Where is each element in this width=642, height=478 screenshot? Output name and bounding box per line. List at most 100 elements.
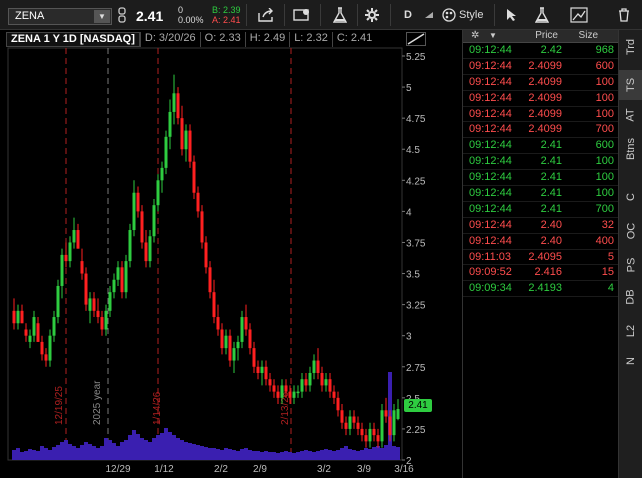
ts-row: 09:12:44 2.41 700 <box>463 202 618 218</box>
candle-body <box>320 372 324 386</box>
y-tick-label: 4.5 <box>406 145 420 156</box>
candle-body <box>364 435 368 442</box>
candle-body <box>372 428 376 436</box>
volume-bar <box>276 453 280 460</box>
tab-label: L2 <box>625 324 637 338</box>
volume-bar <box>76 448 80 460</box>
tab-at[interactable]: AT <box>619 100 642 130</box>
ts-row: 09:12:44 2.41 100 <box>463 154 618 171</box>
volume-bar <box>376 446 380 460</box>
ts-col-size[interactable]: Size <box>579 30 598 41</box>
chevron-down-icon[interactable] <box>424 0 434 30</box>
candle-body <box>56 285 60 318</box>
chart-canvas[interactable]: 5.2554.754.54.2543.753.53.2532.752.52.25… <box>0 30 432 478</box>
ts-col-price[interactable]: Price <box>535 30 558 41</box>
candle-body <box>172 93 176 112</box>
ts-price: 2.40 <box>540 234 562 247</box>
tab-ts[interactable]: TS <box>619 70 642 100</box>
volume-bar <box>132 430 136 460</box>
ts-price: 2.4193 <box>528 282 562 295</box>
candle-body <box>272 385 276 392</box>
studies-flask-icon[interactable] <box>528 0 556 30</box>
bid-price: B: 2.39 <box>212 5 241 15</box>
candle-body <box>40 341 44 355</box>
chart-low: L: 2.32 <box>289 32 332 47</box>
candle-body <box>304 379 308 386</box>
link-icon[interactable] <box>114 0 130 30</box>
volume-bar <box>60 442 64 460</box>
volume-bar <box>396 447 400 460</box>
tab-label: OC <box>625 222 637 240</box>
candle-body <box>316 360 320 373</box>
ts-time: 09:12:44 <box>469 75 512 88</box>
chevron-down-icon[interactable]: ▼ <box>94 10 110 23</box>
tab-label: Trd <box>625 38 637 56</box>
candle-body <box>164 136 168 168</box>
volume-bar <box>68 444 72 460</box>
tab-n[interactable]: N <box>619 346 642 376</box>
gear-icon[interactable] <box>358 0 386 30</box>
candle-body <box>176 93 180 119</box>
tab-db[interactable]: DB <box>619 282 642 312</box>
candle-body <box>104 310 108 330</box>
tab-c[interactable]: C <box>619 182 642 212</box>
ts-price: 2.40 <box>540 218 562 231</box>
style-button[interactable]: Style <box>459 9 483 21</box>
chart-title: ZENA 1 Y 1D [NASDAQ] <box>6 32 140 47</box>
candle-body <box>360 428 364 436</box>
chevron-down-icon[interactable]: ▼ <box>489 31 497 40</box>
candle-body <box>184 130 188 150</box>
volume-bar <box>272 452 276 460</box>
trash-icon[interactable] <box>612 0 636 30</box>
tab-l2[interactable]: L2 <box>619 316 642 346</box>
volume-bar <box>356 451 360 460</box>
chart-date: D: 3/20/26 <box>139 32 200 47</box>
tab-trd[interactable]: Trd <box>619 32 642 62</box>
ts-settings-icon[interactable]: ✲ <box>471 30 479 41</box>
tab-label: DB <box>625 289 637 305</box>
volume-bar <box>220 450 224 460</box>
ts-row: 09:12:44 2.4099 100 <box>463 91 618 107</box>
chart-settings-icon[interactable] <box>288 0 316 30</box>
symbol-input[interactable]: ZENA ▼ <box>8 8 112 25</box>
tab-ps[interactable]: PS <box>619 250 642 280</box>
volume-bar <box>292 453 296 460</box>
volume-bar <box>116 446 120 460</box>
volume-bar <box>160 433 164 460</box>
drawings-icon[interactable] <box>566 0 592 30</box>
studies-flask-icon[interactable] <box>326 0 354 30</box>
candle-body <box>328 379 332 392</box>
candle-body <box>52 317 56 336</box>
volume-bar <box>300 451 304 460</box>
tab-label: TS <box>625 77 637 93</box>
price-chart[interactable]: 5.2554.754.54.2543.753.53.2532.752.52.25… <box>0 30 432 478</box>
ts-size: 100 <box>595 171 614 184</box>
volume-bar <box>260 452 264 460</box>
tab-oc[interactable]: OC <box>619 216 642 246</box>
chart-close: C: 2.41 <box>331 32 376 47</box>
volume-bar <box>240 449 244 460</box>
candle-body <box>60 254 64 286</box>
share-icon[interactable] <box>252 0 280 30</box>
aggregation-button[interactable]: D <box>404 9 412 21</box>
ts-row: 09:11:03 2.4095 5 <box>463 250 618 266</box>
drawing-tool-icon[interactable] <box>406 32 426 46</box>
ts-time: 09:12:44 <box>469 187 512 200</box>
cursor-icon[interactable] <box>500 0 524 30</box>
style-icon[interactable] <box>440 0 458 30</box>
volume-bar <box>280 452 284 460</box>
volume-bar <box>328 450 332 460</box>
volume-bar <box>360 450 364 460</box>
candle-body <box>212 292 216 318</box>
ts-time: 09:12:44 <box>469 91 512 104</box>
volume-bar <box>88 444 92 460</box>
ts-size: 5 <box>607 250 614 263</box>
candle-body <box>248 329 252 349</box>
candle-body <box>220 329 224 349</box>
ts-row: 09:12:44 2.4099 100 <box>463 107 618 123</box>
tab-btns[interactable]: Btns <box>619 134 642 164</box>
candle-body <box>384 410 388 417</box>
candle-body <box>76 230 80 249</box>
ts-time: 09:12:44 <box>469 202 512 215</box>
ts-row: 09:12:44 2.4099 100 <box>463 75 618 91</box>
